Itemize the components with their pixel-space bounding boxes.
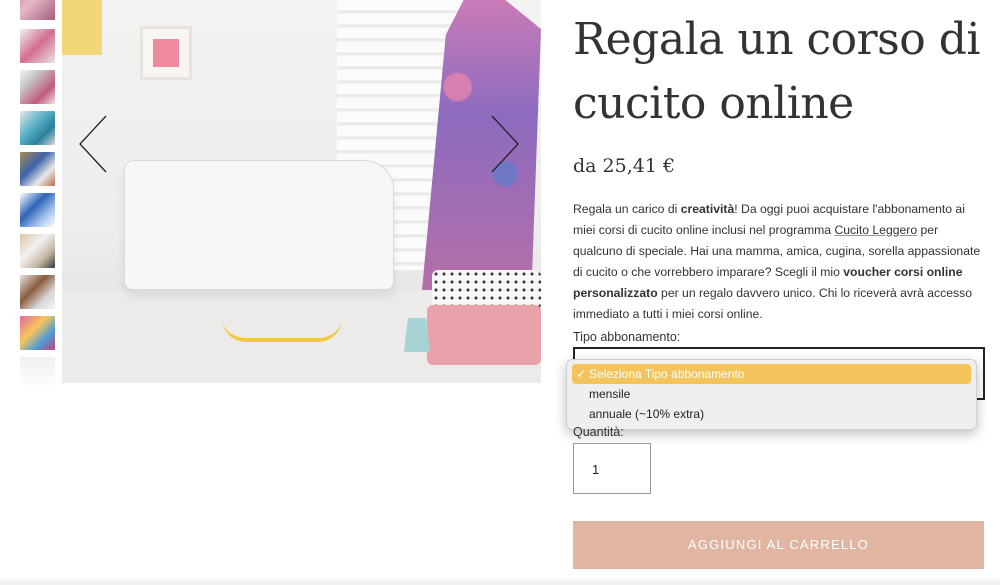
thumbnail-image[interactable] <box>20 193 55 227</box>
dropdown-option-mensile[interactable]: mensile <box>572 384 971 404</box>
thumbnail-image[interactable] <box>20 275 55 309</box>
thumbnail-strip <box>20 0 56 385</box>
thumbnail-image[interactable] <box>20 357 55 385</box>
thumbnail-image[interactable] <box>20 70 55 104</box>
add-to-cart-button[interactable]: AGGIUNGI AL CARRELLO <box>573 521 984 569</box>
gallery-prev-button[interactable] <box>78 115 108 173</box>
gallery-next-button[interactable] <box>490 115 520 173</box>
sewing-machine <box>124 160 394 290</box>
description-bold: creatività <box>680 202 735 216</box>
fabric-roll <box>432 270 541 310</box>
product-title: Regala un corso di cucito online <box>573 14 980 129</box>
product-main-image <box>62 0 541 383</box>
thumbnail-image[interactable] <box>20 0 55 20</box>
pencil-cup <box>404 318 430 352</box>
thumbnail-image[interactable] <box>20 152 55 186</box>
checkmark-icon: ✓ <box>576 367 587 381</box>
cucito-leggero-link[interactable]: Cucito Leggero <box>834 223 917 237</box>
chevron-right-icon <box>491 115 519 173</box>
fabric-roll <box>427 305 541 365</box>
measuring-tape <box>222 318 342 342</box>
option-label: mensile <box>589 387 631 401</box>
page-bottom-edge <box>0 578 1000 585</box>
thumbnail-image[interactable] <box>20 29 55 63</box>
thumbnail-image[interactable] <box>20 316 55 350</box>
thumbnail-image[interactable] <box>20 111 55 145</box>
quantity-input[interactable]: 1 <box>573 443 651 494</box>
dropdown-option-placeholder[interactable]: ✓ Seleziona Tipo abbonamento <box>572 364 971 384</box>
product-description: Regala un carico di creatività! Da oggi … <box>573 199 988 325</box>
quantity-label: Quantità: <box>573 425 624 439</box>
option-label: Seleziona Tipo abbonamento <box>589 367 745 381</box>
thumbnail-image[interactable] <box>20 234 55 268</box>
product-price: da 25,41 € <box>573 155 676 177</box>
subscription-type-label: Tipo abbonamento: <box>573 330 681 344</box>
wall-frame <box>140 26 192 80</box>
dropdown-option-annuale[interactable]: annuale (~10% extra) <box>572 404 971 424</box>
description-text: Regala un carico di <box>573 202 681 216</box>
chevron-left-icon <box>79 115 107 173</box>
option-label: annuale (~10% extra) <box>589 407 705 421</box>
wall-frame <box>62 0 102 55</box>
subscription-type-dropdown: ✓ Seleziona Tipo abbonamento mensile ann… <box>566 359 977 430</box>
